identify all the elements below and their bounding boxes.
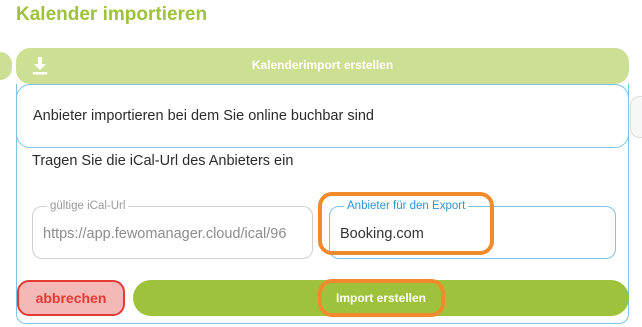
create-calendar-import-label: Kalenderimport erstellen bbox=[251, 58, 394, 72]
export-provider-value[interactable]: Booking.com bbox=[340, 226, 609, 242]
create-calendar-import-bar[interactable]: Kalenderimport erstellen bbox=[16, 48, 629, 84]
ical-instruction: Tragen Sie die iCal-Url des Anbieters ei… bbox=[32, 153, 294, 169]
page-title: Kalender importieren bbox=[16, 4, 208, 25]
export-provider-field[interactable]: Anbieter für den Export Booking.com bbox=[329, 199, 616, 259]
scroll-edge bbox=[630, 96, 642, 138]
ical-url-label: gültige iCal-Url bbox=[47, 199, 129, 213]
cancel-button[interactable]: abbrechen bbox=[17, 280, 125, 316]
ical-url-field[interactable]: gültige iCal-Url https://app.fewomanager… bbox=[32, 199, 313, 259]
provider-import-option[interactable]: Anbieter importieren bei dem Sie online … bbox=[16, 84, 629, 148]
ical-url-value[interactable]: https://app.fewomanager.cloud/ical/96 bbox=[43, 226, 306, 242]
side-panel-edge bbox=[0, 52, 12, 80]
provider-import-text: Anbieter importieren bei dem Sie online … bbox=[33, 108, 374, 124]
import-button[interactable]: Import erstellen bbox=[133, 280, 629, 316]
export-provider-label: Anbieter für den Export bbox=[344, 199, 469, 213]
